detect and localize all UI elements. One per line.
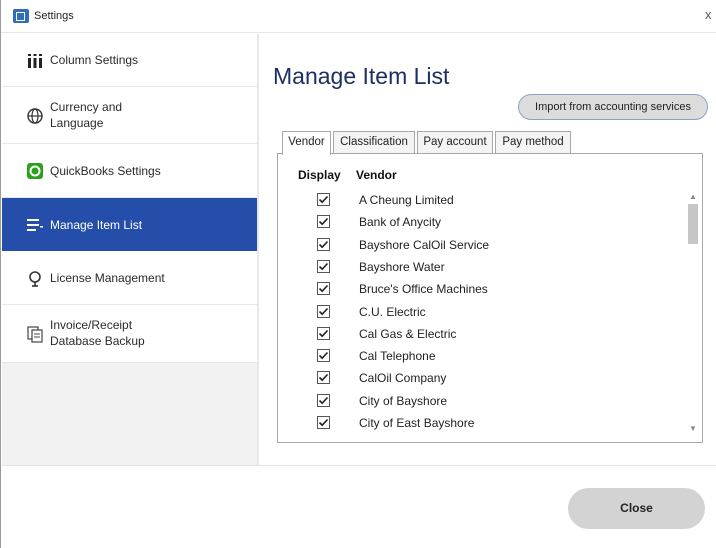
display-checkbox[interactable]	[317, 326, 330, 340]
table-row: City of East Bayshore	[278, 413, 684, 435]
backup-icon	[27, 326, 43, 343]
sidebar-item-label: QuickBooks Settings	[50, 164, 161, 178]
sidebar-item-label: Column Settings	[50, 53, 139, 67]
display-checkbox[interactable]	[317, 193, 330, 206]
vendor-name: Cal Telephone	[359, 349, 436, 364]
sidebar-divider	[257, 34, 259, 465]
table-row: CalOil Company	[278, 368, 684, 390]
sidebar-item-license-management[interactable]: License Management	[2, 251, 257, 305]
tab-pay-account[interactable]: Pay account	[417, 131, 493, 154]
table-row: C.U. Electric	[278, 302, 684, 324]
columns-icon	[28, 54, 42, 68]
display-checkbox[interactable]	[317, 215, 330, 229]
close-button[interactable]: Close	[568, 488, 705, 529]
scroll-down-icon[interactable]: ▼	[689, 424, 697, 433]
title-bar: Settings x	[1, 0, 716, 33]
scroll-up-icon[interactable]: ▲	[689, 192, 697, 201]
sidebar-item-label: License Management	[50, 271, 165, 285]
vendor-name: Bank of Anycity	[359, 215, 442, 230]
sidebar-item-label: Manage Item List	[50, 218, 143, 232]
vendor-name: CalOil Company	[359, 371, 447, 386]
license-icon	[29, 271, 41, 287]
table-row: Bank of Anycity	[278, 212, 684, 234]
display-checkbox[interactable]	[317, 416, 330, 429]
table-row: Bayshore CalOil Service	[278, 235, 684, 257]
display-checkbox[interactable]	[317, 237, 330, 251]
display-checkbox[interactable]	[317, 393, 330, 407]
vendor-name: Bruce's Office Machines	[359, 282, 488, 297]
table-row: City of Bayshore	[278, 391, 684, 413]
table-row: Cal Telephone	[278, 346, 684, 368]
list-icon	[27, 219, 43, 231]
vendor-name: City of East Bayshore	[359, 416, 475, 430]
table-row: Bayshore Water	[278, 257, 684, 279]
window-title: Settings	[34, 10, 74, 22]
sidebar-item-column-settings[interactable]: Column Settings	[2, 34, 257, 87]
sidebar-item-database-backup[interactable]: Invoice/Receipt Database Backup	[2, 305, 257, 363]
vendor-list-panel: Display Vendor A Cheung Limited Bank of A…	[277, 153, 703, 443]
quickbooks-icon	[27, 163, 43, 179]
tab-classification[interactable]: Classification	[333, 131, 415, 154]
table-row: Bruce's Office Machines	[278, 279, 684, 301]
sidebar-item-currency-language[interactable]: Currency and Language	[2, 87, 257, 144]
scroll-thumb[interactable]	[688, 204, 698, 244]
display-checkbox[interactable]	[317, 371, 330, 385]
sidebar-item-quickbooks-settings[interactable]: QuickBooks Settings	[2, 144, 257, 198]
page-title: Manage Item List	[273, 63, 450, 89]
vendor-name: Bayshore Water	[359, 259, 445, 274]
settings-window: Settings x Column Settings Currency and …	[0, 0, 716, 548]
table-row: A Cheung Limited	[278, 190, 684, 212]
sidebar-item-manage-item-list[interactable]: Manage Item List	[2, 198, 257, 251]
vendor-name: C.U. Electric	[359, 304, 426, 319]
table-row: Cal Gas & Electric	[278, 324, 684, 346]
scrollbar[interactable]: ▲ ▼	[685, 190, 701, 436]
sidebar-item-label: Currency and Language	[50, 100, 123, 130]
import-button[interactable]: Import from accounting services	[518, 94, 708, 120]
vendor-name: Cal Gas & Electric	[359, 326, 457, 341]
app-icon	[13, 9, 29, 23]
display-checkbox[interactable]	[317, 304, 330, 318]
display-checkbox[interactable]	[317, 282, 330, 296]
sidebar-item-label: Invoice/Receipt Database Backup	[50, 318, 145, 348]
display-checkbox[interactable]	[317, 259, 330, 273]
display-checkbox[interactable]	[317, 349, 330, 363]
vendor-column-header: Vendor	[356, 168, 397, 182]
window-close-icon[interactable]: x	[705, 7, 712, 22]
globe-icon	[27, 108, 43, 124]
tab-vendor[interactable]: Vendor	[282, 131, 331, 155]
tab-pay-method[interactable]: Pay method	[495, 131, 571, 154]
sidebar: Column Settings Currency and Language Qu…	[2, 34, 257, 465]
vendor-name: Bayshore CalOil Service	[359, 237, 490, 252]
vendor-name: City of Bayshore	[359, 393, 448, 408]
vendor-name: A Cheung Limited	[359, 193, 454, 207]
display-column-header: Display	[298, 168, 341, 182]
footer-divider	[2, 465, 716, 466]
